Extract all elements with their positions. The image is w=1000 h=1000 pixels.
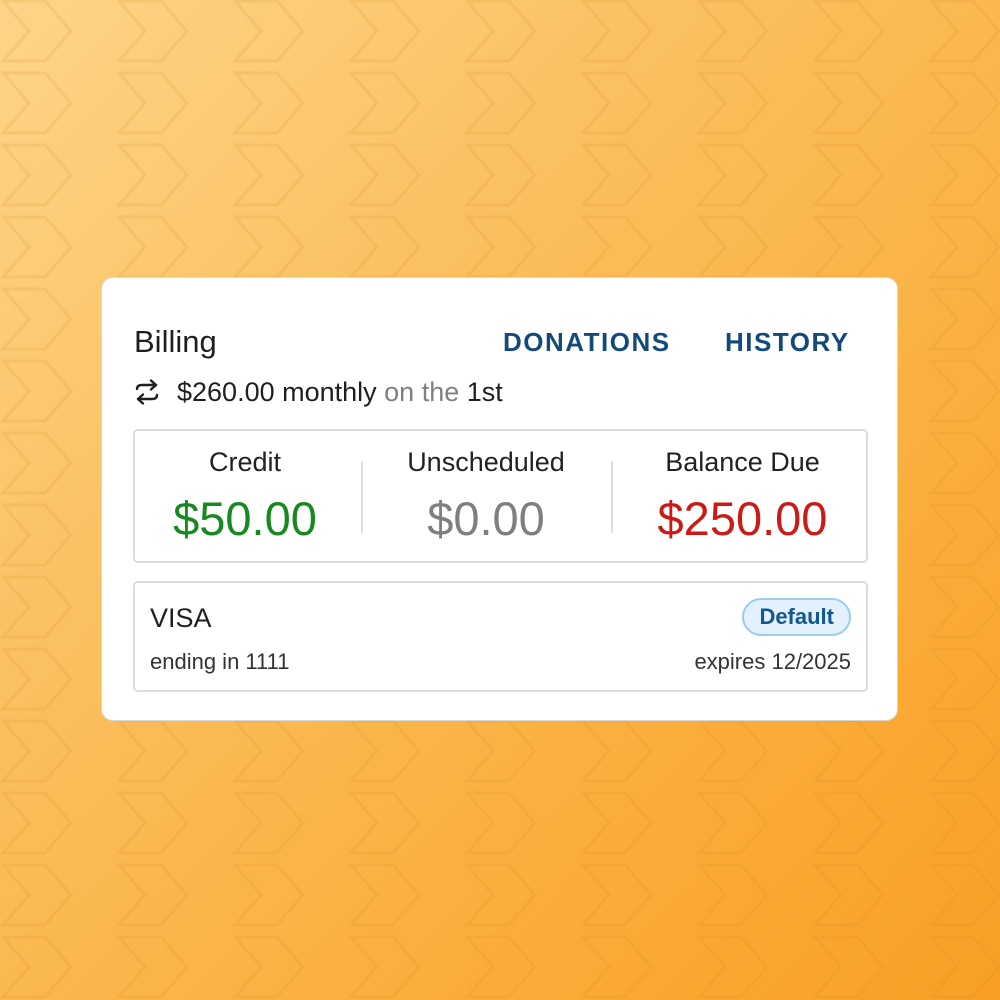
- billing-title: Billing: [134, 324, 217, 359]
- unscheduled-summary: Unscheduled $0.00: [365, 431, 607, 561]
- unscheduled-label: Unscheduled: [407, 447, 565, 477]
- billing-card: Billing DONATIONS HISTORY $260.00 monthl…: [101, 277, 898, 721]
- credit-summary: Credit $50.00: [135, 431, 355, 561]
- credit-value: $50.00: [173, 492, 317, 545]
- balance-due-value: $250.00: [657, 492, 828, 545]
- schedule-amount: $260.00 monthly: [177, 376, 377, 407]
- balance-due-summary: Balance Due $250.00: [617, 431, 868, 561]
- history-link[interactable]: HISTORY: [725, 327, 850, 358]
- default-badge: Default: [742, 598, 851, 636]
- card-ending: ending in 1111: [150, 649, 290, 674]
- repeat-icon: [135, 379, 159, 405]
- card-expiry: expires 12/2025: [694, 649, 851, 674]
- balance-summary: Credit $50.00 Unscheduled $0.00 Balance …: [133, 429, 868, 563]
- unscheduled-value: $0.00: [427, 492, 545, 545]
- credit-label: Credit: [208, 447, 282, 477]
- recurring-schedule: $260.00 monthly on the 1st: [133, 376, 503, 408]
- payment-method-card[interactable]: VISA Default ending in 1111 expires 12/2…: [133, 581, 868, 692]
- schedule-connector: on the: [384, 376, 460, 407]
- balance-due-label: Balance Due: [665, 447, 820, 477]
- schedule-day: 1st: [466, 376, 503, 407]
- summary-divider: [361, 461, 363, 533]
- donations-link[interactable]: DONATIONS: [503, 327, 671, 358]
- summary-divider: [611, 461, 613, 533]
- card-brand: VISA: [150, 603, 212, 633]
